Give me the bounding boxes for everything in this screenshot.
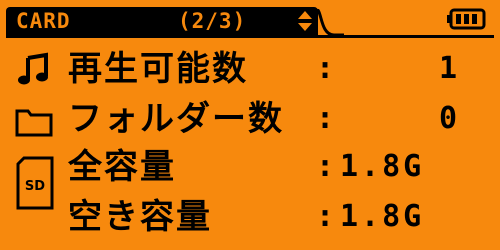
- screen-title: CARD: [16, 9, 71, 33]
- row-total-capacity: 全容量 : 1.8G: [0, 144, 500, 190]
- row-label: 再生可能数: [68, 49, 248, 89]
- row-separator: :: [316, 199, 335, 234]
- row-value: 0: [438, 101, 460, 136]
- card-info-screen: CARD (2/3) 再生可能数 : 1 フォルダー数: 0 SD 全容量:…: [0, 0, 500, 250]
- music-note-icon: [18, 52, 48, 85]
- header-divider: [6, 35, 494, 38]
- row-separator: :: [316, 149, 335, 184]
- row-separator: :: [316, 51, 335, 86]
- scroll-arrows-icon: [296, 10, 314, 32]
- page-indicator: (2/3): [178, 9, 247, 33]
- row-value: 1.8G: [340, 149, 425, 184]
- row-label: フォルダー数: [68, 99, 284, 139]
- row-separator: :: [316, 101, 335, 136]
- row-value: 1.8G: [340, 199, 425, 234]
- tab-edge-curve: [316, 9, 344, 37]
- title-bar: CARD (2/3): [6, 7, 318, 35]
- folder-icon: [15, 109, 53, 137]
- row-value: 1: [438, 51, 460, 86]
- row-label: 空き容量: [68, 197, 212, 237]
- row-label: 全容量: [68, 147, 176, 187]
- row-playable-count: 再生可能数 : 1: [0, 46, 500, 92]
- row-free-capacity: 空き容量 : 1.8G: [0, 194, 500, 240]
- row-folder-count: フォルダー数 : 0: [0, 96, 500, 142]
- battery-icon: [447, 8, 486, 30]
